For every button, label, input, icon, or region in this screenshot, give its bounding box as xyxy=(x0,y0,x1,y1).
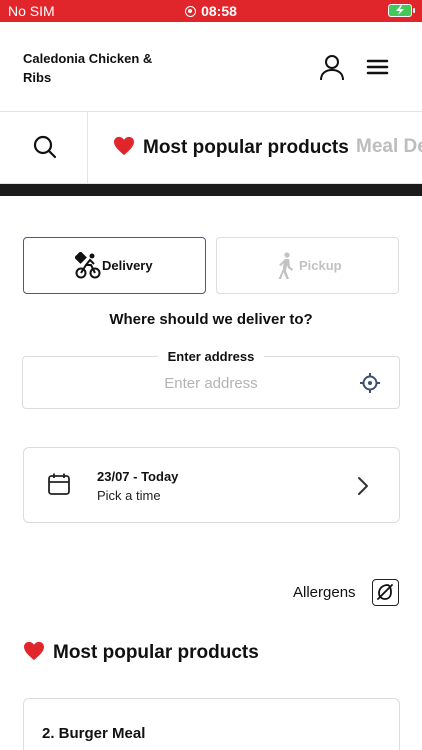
bike-courier-icon xyxy=(75,252,101,279)
address-legend-label: Enter address xyxy=(157,349,265,364)
section-title: Most popular products xyxy=(23,641,259,664)
address-field[interactable]: Enter address xyxy=(22,349,400,409)
time-picker-card[interactable]: 23/07 - Today Pick a time xyxy=(23,447,400,523)
status-bar: No SIM 08:58 xyxy=(0,0,422,22)
allergens-label[interactable]: Allergens xyxy=(293,584,356,601)
category-bar: Most popular products Meal De xyxy=(0,112,422,184)
selected-date: 23/07 - Today xyxy=(97,469,179,484)
clock-time: 08:58 xyxy=(201,3,237,19)
tab-most-popular[interactable]: Most popular products xyxy=(113,136,349,159)
search-icon xyxy=(33,135,57,159)
address-legend: Enter address xyxy=(23,348,399,366)
delivery-label: Delivery xyxy=(102,258,153,273)
crosshair-icon[interactable] xyxy=(360,373,380,393)
account-button[interactable] xyxy=(316,52,348,84)
tab-label: Meal De xyxy=(356,136,422,157)
product-name: 2. Burger Meal xyxy=(42,725,146,742)
section-title-text: Most popular products xyxy=(53,642,259,663)
hamburger-menu-icon xyxy=(366,59,389,75)
heart-icon xyxy=(24,641,44,661)
user-icon xyxy=(320,55,344,81)
walking-person-icon xyxy=(278,252,293,279)
chevron-right-icon xyxy=(358,477,368,495)
hero-banner-edge xyxy=(0,184,422,196)
clock: 08:58 xyxy=(0,3,422,19)
menu-button[interactable] xyxy=(362,52,394,84)
category-tabs: Most popular products Meal De xyxy=(88,112,422,183)
pickup-option-button[interactable]: Pickup xyxy=(216,237,399,294)
delivery-question: Where should we deliver to? xyxy=(109,311,313,328)
pickup-label: Pickup xyxy=(299,258,342,273)
pick-time-hint: Pick a time xyxy=(97,488,161,503)
calendar-icon xyxy=(48,473,70,495)
recording-icon xyxy=(185,6,197,17)
delivery-option-button[interactable]: Delivery xyxy=(23,237,206,294)
category-search-button[interactable] xyxy=(0,112,88,183)
tab-meal-deals[interactable]: Meal De xyxy=(356,136,422,158)
product-card[interactable]: 2. Burger Meal xyxy=(23,698,400,750)
allergen-icon xyxy=(377,584,393,600)
brand-name[interactable]: Caledonia Chicken & Ribs xyxy=(23,49,163,87)
tab-label: Most popular products xyxy=(143,137,349,158)
address-input[interactable] xyxy=(63,371,359,395)
app-header: Caledonia Chicken & Ribs xyxy=(0,22,422,112)
heart-icon xyxy=(114,136,134,156)
battery-icon xyxy=(388,4,415,17)
allergens-button[interactable] xyxy=(372,579,399,606)
